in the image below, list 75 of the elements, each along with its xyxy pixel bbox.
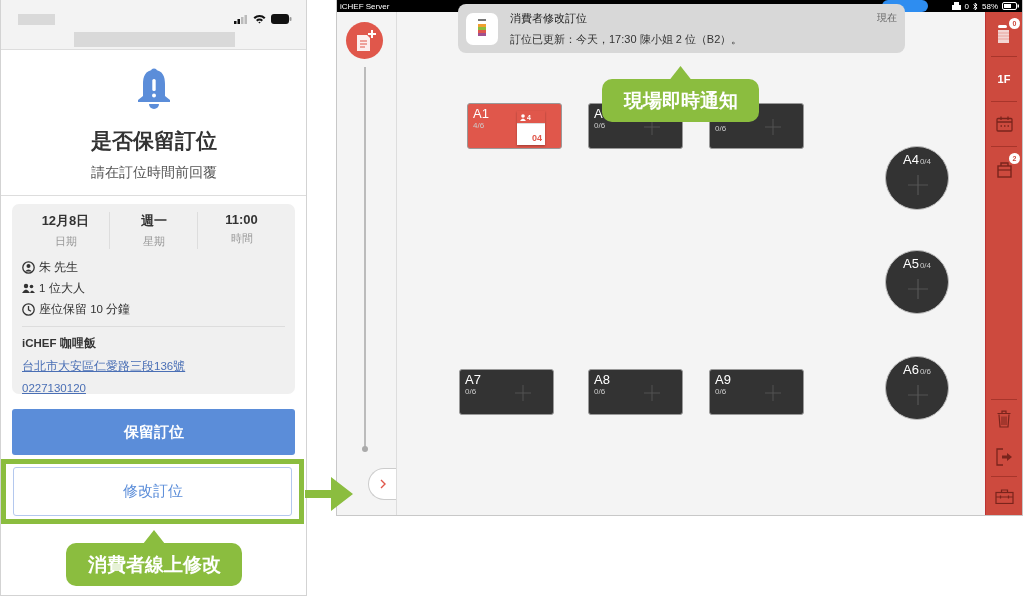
plus-icon bbox=[908, 385, 928, 405]
table-name: A1 bbox=[473, 107, 489, 120]
plus-icon bbox=[644, 119, 660, 135]
wifi-icon bbox=[253, 14, 266, 24]
round-table[interactable]: A50/4 bbox=[885, 250, 949, 314]
detail-text: 朱 先生 bbox=[39, 260, 79, 275]
seat-count: 0/4 bbox=[919, 262, 931, 270]
trash-icon bbox=[997, 410, 1011, 428]
sidebar-button[interactable]: 1F bbox=[991, 57, 1017, 102]
restaurant-name: iCHEF 咖哩飯 bbox=[22, 336, 97, 351]
bell-icon bbox=[136, 68, 171, 110]
redacted-block bbox=[18, 14, 55, 25]
summary-value: 12月8日 bbox=[41, 212, 90, 230]
battery-icon bbox=[271, 14, 292, 24]
app-icon bbox=[477, 18, 487, 39]
printer-icon bbox=[951, 2, 961, 10]
seat-count: 0/6 bbox=[715, 388, 728, 396]
summary-label: 時間 bbox=[230, 231, 253, 246]
expand-button[interactable] bbox=[368, 468, 396, 500]
modify-reservation-button[interactable]: 修改訂位 bbox=[13, 467, 292, 516]
table-tile[interactable]: A8 0/6 bbox=[588, 369, 683, 415]
table-name: A9 bbox=[715, 373, 731, 386]
order-number: 04 bbox=[532, 133, 542, 143]
callout-tooltip: 現場即時通知 bbox=[602, 66, 759, 122]
round-table[interactable]: A40/4 bbox=[885, 146, 949, 210]
seat-count: 0/6 bbox=[465, 388, 478, 396]
receipt-icon bbox=[997, 25, 1011, 43]
new-order-button[interactable] bbox=[346, 22, 383, 59]
plus-icon bbox=[908, 175, 928, 195]
table-name: A8 bbox=[594, 373, 610, 386]
table-name: A5 bbox=[903, 257, 919, 270]
seat-count: 0/6 bbox=[919, 368, 931, 376]
plus-icon bbox=[908, 279, 928, 299]
printer-count: 0 bbox=[964, 1, 969, 11]
detail-text: 1 位大人 bbox=[39, 281, 85, 296]
notification-time: 現在 bbox=[877, 11, 897, 25]
app-name: iCHEF Server bbox=[340, 1, 390, 11]
phone-link[interactable]: 0227130120 bbox=[22, 382, 86, 394]
chevron-right-icon bbox=[379, 479, 386, 489]
battery-level: 58% bbox=[982, 1, 998, 11]
round-table[interactable]: A60/6 bbox=[885, 356, 949, 420]
people-icon bbox=[22, 283, 35, 294]
detail-text: 座位保留 10 分鐘 bbox=[39, 302, 131, 317]
toolbox-icon bbox=[994, 488, 1014, 504]
summary-value: 週一 bbox=[140, 212, 167, 230]
user-icon bbox=[22, 261, 35, 274]
seat-count: 4/6 bbox=[473, 122, 486, 130]
table-name: A6 bbox=[903, 363, 919, 376]
dialog-title: 是否保留訂位 bbox=[90, 128, 217, 154]
seat-count: 0/6 bbox=[715, 125, 727, 133]
clock-icon bbox=[22, 303, 35, 316]
table-tile[interactable]: A7 0/6 bbox=[459, 369, 554, 415]
table-name: A4 bbox=[903, 153, 919, 166]
table-name: A7 bbox=[465, 373, 481, 386]
dialog-subtitle: 請在訂位時間前回覆 bbox=[90, 164, 217, 182]
signal-icon bbox=[234, 14, 248, 24]
floor-label: 1F bbox=[997, 73, 1011, 85]
battery-icon bbox=[1002, 2, 1019, 10]
table-name: A bbox=[594, 107, 604, 120]
address-link[interactable]: 台北市大安區仁愛路三段136號 bbox=[22, 359, 186, 374]
notification-body: 訂位已更新：今天，17:30 陳小姐 2 位（B2）。 bbox=[510, 31, 744, 47]
summary-label: 星期 bbox=[142, 234, 165, 249]
calendar-icon bbox=[995, 116, 1013, 132]
summary-label: 日期 bbox=[54, 234, 77, 249]
seat-count: 0/4 bbox=[919, 158, 931, 166]
seat-count: 0/6 bbox=[594, 388, 607, 396]
seat-count: 0/6 bbox=[594, 122, 606, 130]
notification-title: 消費者修改訂位 bbox=[510, 10, 587, 26]
person-icon bbox=[520, 113, 526, 121]
notification-toast[interactable]: 消費者修改訂位 訂位已更新：今天，17:30 陳小姐 2 位（B2）。 現在 bbox=[458, 4, 905, 53]
table-tile[interactable]: A9 0/6 bbox=[709, 369, 804, 415]
bag-icon bbox=[996, 160, 1012, 178]
timeline-handle[interactable] bbox=[362, 446, 368, 452]
summary-value: 11:00 bbox=[225, 212, 258, 227]
exit-icon bbox=[995, 448, 1013, 466]
